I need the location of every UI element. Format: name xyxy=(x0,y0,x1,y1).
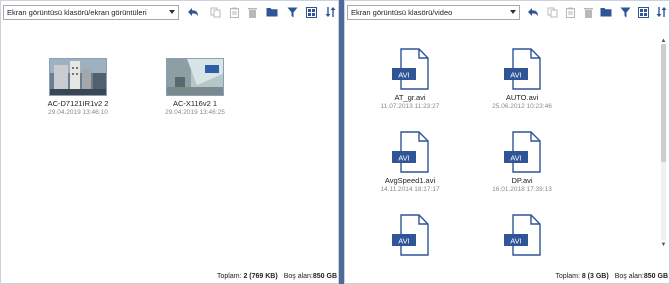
left-status-bar: Toplam: 2 (769 KB) Boş alan:850 GB xyxy=(217,273,337,280)
new-folder-icon[interactable] xyxy=(598,3,615,21)
total-count: Toplam: 8 (3 GB) xyxy=(555,273,609,280)
image-thumbnail xyxy=(49,58,107,96)
avi-file-icon: AVI xyxy=(391,214,429,256)
avi-file-icon: AVI xyxy=(503,48,541,90)
right-status-bar: Toplam: 8 (3 GB) Boş alan:850 GB xyxy=(555,273,668,280)
free-space: Boş alan:850 GB xyxy=(614,273,668,280)
file-name: DP.avi xyxy=(511,176,533,185)
file-item[interactable]: AC-X116v2 1 29.04.2019 13:46:25 xyxy=(150,58,240,116)
image-thumbnail xyxy=(166,58,224,96)
svg-text:AVI: AVI xyxy=(510,237,522,246)
file-item[interactable]: AVI AT_gr.avi 11.07.2013 11:23:27 xyxy=(365,48,455,110)
sort-icon[interactable] xyxy=(322,3,339,21)
file-date: 25.06.2012 10:23:46 xyxy=(492,103,552,110)
file-item[interactable]: AVI AvgSpeed1.avi 14.11.2014 18:17:17 xyxy=(365,131,455,193)
copy-icon[interactable] xyxy=(207,3,224,21)
left-file-pane: Ekran görüntüsü klasörü/ekran görüntüler… xyxy=(0,0,339,284)
view-mode-icon[interactable] xyxy=(303,3,320,21)
filter-icon[interactable] xyxy=(617,3,634,21)
scroll-thumb[interactable] xyxy=(661,44,666,162)
delete-icon[interactable] xyxy=(245,3,262,21)
right-path-text: Ekran görüntüsü klasörü/video xyxy=(351,7,453,17)
avi-file-icon: AVI xyxy=(391,131,429,173)
free-space: Boş alan:850 GB xyxy=(283,273,337,280)
total-count: Toplam: 2 (769 KB) xyxy=(216,273,278,280)
back-icon[interactable] xyxy=(524,3,541,21)
file-date: 16.01.2018 17:39:13 xyxy=(492,186,552,193)
paste-icon[interactable] xyxy=(562,3,579,21)
filter-icon[interactable] xyxy=(284,3,301,21)
right-file-list: AVI AT_gr.avi 11.07.2013 11:23:27 AVI AU… xyxy=(344,24,670,266)
file-date: 11.07.2013 11:23:27 xyxy=(380,103,440,110)
left-path-text: Ekran görüntüsü klasörü/ekran görüntüler… xyxy=(7,7,147,17)
svg-text:AVI: AVI xyxy=(398,154,410,163)
svg-text:AVI: AVI xyxy=(398,237,410,246)
back-icon[interactable] xyxy=(185,3,202,21)
avi-file-icon: AVI xyxy=(503,131,541,173)
file-item[interactable]: AC-D7121IR1v2 2 29.04.2019 13:46:10 xyxy=(33,58,123,116)
file-name: AT_gr.avi xyxy=(394,93,426,102)
file-item[interactable]: AVI xyxy=(365,214,455,256)
file-name: AC-X116v2 1 xyxy=(172,99,218,108)
vertical-scrollbar[interactable]: ▲ ▼ xyxy=(660,38,667,248)
delete-icon[interactable] xyxy=(580,3,597,21)
file-date: 14.11.2014 18:17:17 xyxy=(380,186,440,193)
svg-text:AVI: AVI xyxy=(510,154,522,163)
file-name: AUTO.avi xyxy=(505,93,539,102)
file-item[interactable]: AVI xyxy=(477,214,567,256)
right-file-pane: Ekran görüntüsü klasörü/video AVI AT_gr.… xyxy=(344,0,670,284)
file-name: AC-D7121IR1v2 2 xyxy=(47,99,109,108)
view-mode-icon[interactable] xyxy=(635,3,652,21)
left-path-select[interactable]: Ekran görüntüsü klasörü/ekran görüntüler… xyxy=(3,4,179,20)
right-path-select[interactable]: Ekran görüntüsü klasörü/video xyxy=(347,4,521,20)
right-toolbar: Ekran görüntüsü klasörü/video xyxy=(344,0,670,24)
svg-text:AVI: AVI xyxy=(510,71,522,80)
file-item[interactable]: AVI DP.avi 16.01.2018 17:39:13 xyxy=(477,131,567,193)
avi-file-icon: AVI xyxy=(391,48,429,90)
left-toolbar: Ekran görüntüsü klasörü/ekran görüntüler… xyxy=(0,0,339,24)
file-name: AvgSpeed1.avi xyxy=(384,176,436,185)
scroll-down-icon[interactable]: ▼ xyxy=(660,242,667,248)
file-item[interactable]: AVI AUTO.avi 25.06.2012 10:23:46 xyxy=(477,48,567,110)
avi-file-icon: AVI xyxy=(503,214,541,256)
sort-icon[interactable] xyxy=(653,3,670,21)
chevron-down-icon[interactable] xyxy=(168,9,175,14)
file-date: 29.04.2019 13:46:10 xyxy=(48,109,108,116)
copy-icon[interactable] xyxy=(544,3,561,21)
paste-icon[interactable] xyxy=(226,3,243,21)
new-folder-icon[interactable] xyxy=(263,3,280,21)
svg-text:AVI: AVI xyxy=(398,71,410,80)
file-date: 29.04.2019 13:46:25 xyxy=(165,109,225,116)
chevron-down-icon[interactable] xyxy=(510,9,517,14)
left-file-list: AC-D7121IR1v2 2 29.04.2019 13:46:10 AC-X… xyxy=(0,24,339,266)
